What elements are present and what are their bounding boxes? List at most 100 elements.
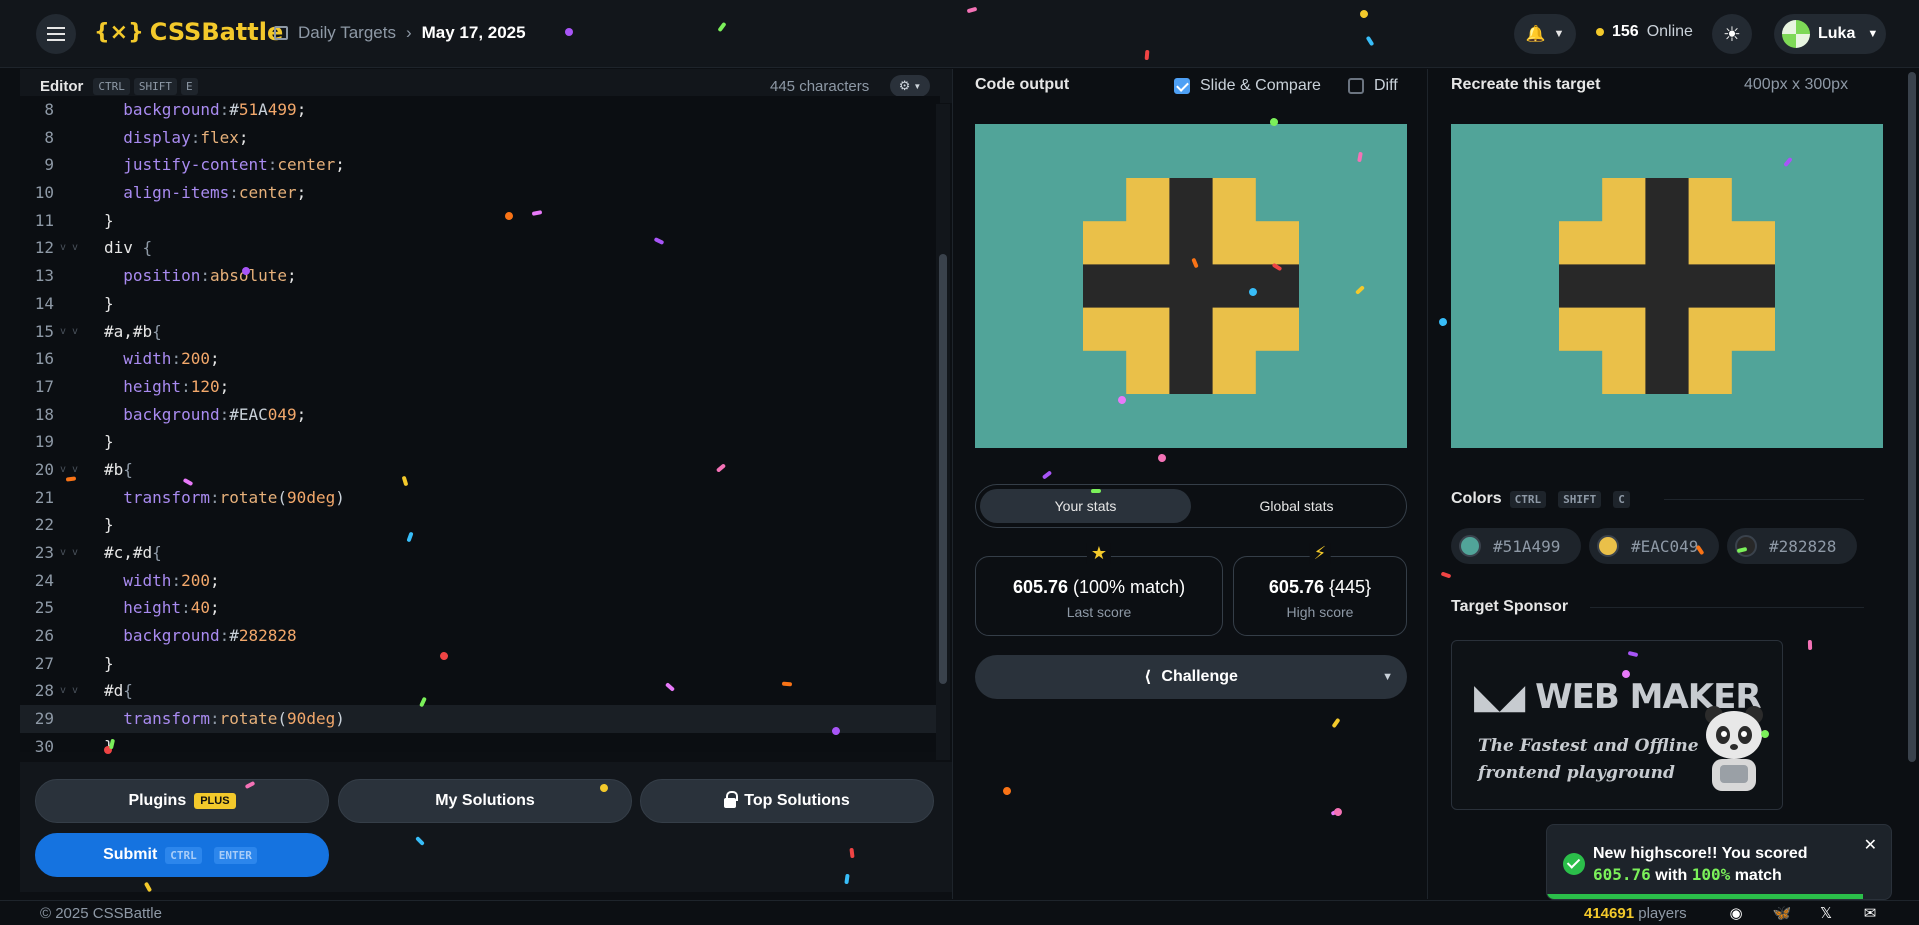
code-line[interactable]: 16 width:200; [20,345,940,373]
top-solutions-button[interactable]: Top Solutions [640,779,934,823]
slide-compare-checkbox[interactable]: Slide & Compare [1174,77,1321,95]
bluesky-icon[interactable]: 🦋 [1772,904,1792,922]
menu-button[interactable] [36,14,76,54]
code-line[interactable]: 23 v v #c,#d{ [20,539,940,567]
notifications-button[interactable]: 🔔 ▼ [1514,14,1576,54]
fold-icon[interactable] [60,428,104,456]
code-line[interactable]: 18 background:#EAC049; [20,401,940,429]
toast-progress [1547,894,1864,899]
star-icon: ★ [1086,543,1112,564]
fold-icon[interactable] [60,179,104,207]
scrollbar-thumb[interactable] [939,254,947,684]
line-number: 16 [34,349,54,369]
fold-icon[interactable] [60,567,104,595]
fold-icon[interactable]: v v [60,677,104,705]
fold-icon[interactable] [60,650,104,678]
breadcrumb-section[interactable]: Daily Targets [298,23,396,43]
fold-icon[interactable] [60,262,104,290]
code-line[interactable]: 19} [20,428,940,456]
code-line[interactable]: 13 position:absolute; [20,262,940,290]
code-line[interactable]: 10 align-items:center; [20,179,940,207]
fold-icon[interactable]: v v [60,539,104,567]
fold-icon[interactable] [60,733,104,752]
fold-icon[interactable] [60,207,104,235]
discord-icon[interactable]: ◉ [1726,904,1746,922]
fold-icon[interactable] [60,484,104,512]
logo-text: CSSBattle [149,18,284,46]
code-line[interactable]: 25 height:40; [20,594,940,622]
footer: © 2025 CSSBattle 414691 players ◉ 🦋 𝕏 ✉ [0,900,1919,925]
toast-match: 100% [1691,865,1731,884]
line-number: 18 [34,404,54,424]
fold-icon[interactable] [60,151,104,179]
fold-icon[interactable] [60,373,104,401]
fold-icon[interactable] [60,622,104,650]
code-line[interactable]: 30} [20,733,940,752]
code-line[interactable]: 15 v v #a,#b{ [20,318,940,346]
fold-icon[interactable] [60,705,104,733]
scrollbar-thumb[interactable] [1908,72,1916,762]
chevron-down-icon[interactable]: ▼ [1382,671,1393,683]
toast-suffix: match [1734,867,1782,884]
email-icon[interactable]: ✉ [1860,904,1880,922]
code-line[interactable]: 26 background:#282828 [20,622,940,650]
sponsor-card[interactable]: ◣◢ WEB MAKER The Fastest and Offline fro… [1451,640,1783,810]
panel-divider[interactable] [952,69,953,899]
code-line[interactable]: 11} [20,207,940,235]
code-output-title: Code output [975,76,1070,93]
fold-icon[interactable]: v v [60,318,104,346]
diff-checkbox[interactable]: Diff [1348,77,1398,95]
fold-icon[interactable] [60,96,104,124]
code-text: } [104,210,114,230]
editor-scrollbar[interactable] [936,104,950,760]
page-scrollbar[interactable] [1905,22,1919,902]
fold-icon[interactable] [60,594,104,622]
code-line[interactable]: 27} [20,650,940,678]
user-menu-button[interactable]: Luka ▼ [1774,14,1886,54]
chevron-down-icon: ▼ [913,81,922,91]
panel-divider[interactable] [1427,69,1428,899]
code-line[interactable]: 14} [20,290,940,318]
code-line[interactable]: 20 v v #b{ [20,456,940,484]
fold-icon[interactable] [60,345,104,373]
code-line[interactable]: 22} [20,511,940,539]
tab-your-stats[interactable]: Your stats [980,489,1191,523]
line-number: 30 [34,736,54,752]
fold-icon[interactable] [60,511,104,539]
submit-button[interactable]: Submit CTRL ENTER [35,833,329,877]
fold-icon[interactable]: v v [60,234,104,262]
code-line[interactable]: 21 transform:rotate(90deg) [20,484,940,512]
code-line[interactable]: 9 justify-content:center; [20,151,940,179]
code-line[interactable]: 28 v v #d{ [20,677,940,705]
checkbox-checked-icon[interactable] [1174,78,1190,94]
code-editor[interactable]: 8 background:#51A499; 8 display:flex; 9 ju… [20,96,940,752]
theme-toggle-button[interactable]: ☀ [1712,14,1752,54]
fold-icon[interactable] [60,124,104,152]
challenge-button[interactable]: ⟨ Challenge ▼ [975,655,1407,699]
line-number: 24 [34,570,54,590]
checkbox-icon[interactable] [1348,78,1364,94]
editor-settings-button[interactable]: ⚙ ▼ [890,75,930,97]
color-swatch [1597,535,1619,557]
logo[interactable]: {⨯} CSSBattle [94,18,283,46]
code-line[interactable]: 24 width:200; [20,567,940,595]
breadcrumb-date: May 17, 2025 [421,23,526,42]
confetti-piece [1156,452,1168,464]
tab-global-stats[interactable]: Global stats [1191,489,1402,523]
code-line[interactable]: 8 background:#51A499; [20,96,940,124]
x-icon[interactable]: 𝕏 [1816,904,1836,922]
close-icon[interactable]: ✕ [1864,835,1877,855]
plugins-button[interactable]: Plugins PLUS [35,779,329,823]
code-output-preview[interactable] [975,124,1407,448]
code-line[interactable]: 12 v v div { [20,234,940,262]
target-dimensions: 400px x 300px [1744,76,1849,93]
fold-icon[interactable] [60,401,104,429]
code-line[interactable]: 8 display:flex; [20,124,940,152]
code-line[interactable]: 29 transform:rotate(90deg) [20,705,940,733]
code-line[interactable]: 17 height:120; [20,373,940,401]
fold-icon[interactable] [60,290,104,318]
color-chip[interactable]: #282828 [1727,528,1857,564]
my-solutions-button[interactable]: My Solutions [338,779,632,823]
color-chip[interactable]: #51A499 [1451,528,1581,564]
color-swatch [1735,535,1757,557]
